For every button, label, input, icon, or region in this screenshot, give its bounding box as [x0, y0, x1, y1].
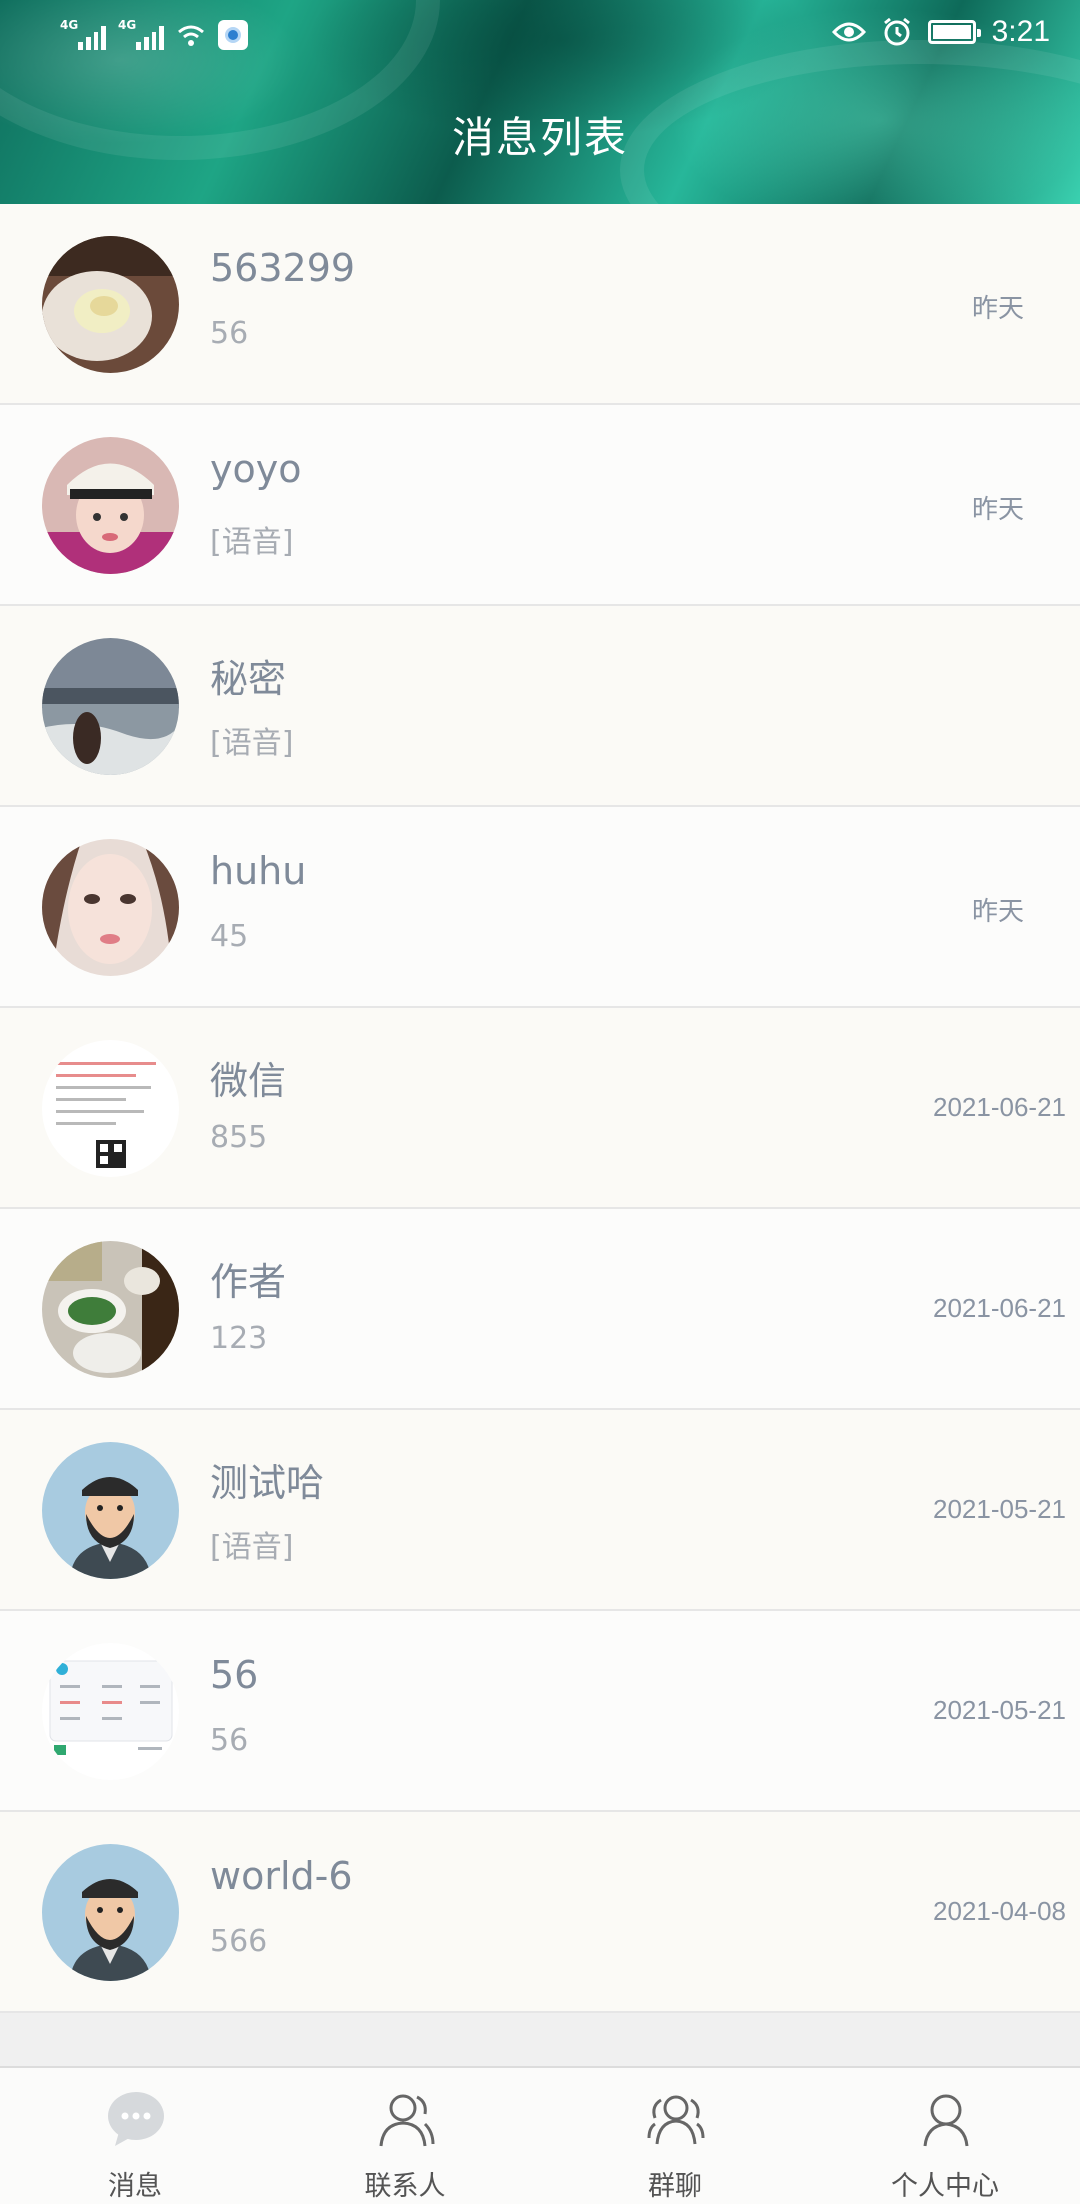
conversation-name: huhu	[210, 849, 307, 893]
conversation-row[interactable]: yoyo [语音] 昨天	[0, 405, 1080, 606]
conversation-name: yoyo	[210, 447, 302, 491]
tab-messages[interactable]: 消息	[0, 2068, 270, 2204]
conversation-name: world-6	[210, 1854, 353, 1898]
conversation-name: 测试哈	[210, 1461, 325, 1505]
app-notification-icon	[218, 20, 248, 50]
tab-group-chat[interactable]: 群聊	[540, 2068, 810, 2204]
signal-icon: 4G	[118, 18, 164, 50]
status-time: 3:21	[991, 15, 1050, 48]
avatar	[42, 1844, 179, 1981]
conversation-row[interactable]: huhu 45 昨天	[0, 807, 1080, 1008]
conversation-time: 昨天	[971, 494, 1024, 524]
chat-bubble-icon	[108, 2092, 164, 2146]
conversation-name: 563299	[210, 246, 356, 290]
avatar	[42, 437, 179, 574]
conversation-row[interactable]: 测试哈 [语音] 2021-05-21	[0, 1410, 1080, 1611]
eye-icon	[831, 22, 866, 42]
conversation-preview: 45	[210, 919, 249, 954]
conversation-preview: 56	[210, 1723, 249, 1758]
conversation-row[interactable]: 秘密 [语音]	[0, 606, 1080, 807]
avatar	[42, 1241, 179, 1378]
avatar	[42, 236, 179, 373]
conversation-time: 2021-05-21	[933, 1494, 1066, 1524]
conversation-preview: 123	[210, 1321, 268, 1356]
wifi-icon	[178, 25, 204, 46]
conversation-time: 昨天	[971, 896, 1024, 926]
tab-label: 群聊	[648, 2171, 702, 2202]
conversation-row[interactable]: world-6 566 2021-04-08	[0, 1812, 1080, 2013]
conversation-time: 2021-05-21	[933, 1695, 1066, 1725]
profile-icon	[923, 2094, 969, 2147]
header: 4G 4G 3:21 消息列表	[0, 0, 1080, 204]
signal-icon: 4G	[60, 18, 106, 50]
tab-label: 联系人	[364, 2171, 446, 2202]
conversation-preview: 855	[210, 1120, 268, 1155]
contacts-icon	[379, 2094, 435, 2147]
conversation-name: 作者	[210, 1260, 287, 1304]
status-bar: 4G 4G 3:21	[0, 0, 1080, 66]
conversation-preview: [语音]	[210, 726, 294, 761]
tab-contacts[interactable]: 联系人	[270, 2068, 540, 2204]
group-icon	[647, 2095, 705, 2145]
conversation-name: 秘密	[210, 657, 287, 701]
battery-icon	[927, 20, 981, 44]
avatar	[42, 1442, 179, 1579]
conversation-name: 56	[210, 1653, 259, 1697]
avatar	[42, 638, 179, 775]
conversation-preview: [语音]	[210, 1530, 294, 1565]
conversation-time: 2021-04-08	[933, 1896, 1066, 1926]
conversation-name: 微信	[210, 1059, 287, 1103]
conversation-time: 2021-06-21	[933, 1293, 1066, 1323]
conversation-list: 563299 56 昨天 yoyo [语音] 昨天 秘密 [语音] huhu 4…	[0, 204, 1080, 2013]
conversation-row[interactable]: 微信 855 2021-06-21	[0, 1008, 1080, 1209]
avatar	[42, 1643, 179, 1780]
conversation-preview: 566	[210, 1924, 268, 1959]
conversation-row[interactable]: 563299 56 昨天	[0, 204, 1080, 405]
page-title: 消息列表	[451, 113, 628, 162]
conversation-time: 2021-06-21	[933, 1092, 1066, 1122]
tab-label: 消息	[108, 2171, 162, 2202]
alarm-icon	[883, 17, 910, 46]
tab-profile[interactable]: 个人中心	[810, 2068, 1080, 2204]
tab-label: 个人中心	[891, 2171, 999, 2202]
conversation-row[interactable]: 作者 123 2021-06-21	[0, 1209, 1080, 1410]
conversation-preview: 56	[210, 316, 249, 351]
bottom-tab-bar: 消息 联系人 群聊 个人中心	[0, 2066, 1080, 2204]
conversation-time: 昨天	[971, 293, 1024, 323]
conversation-preview: [语音]	[210, 525, 294, 560]
avatar	[42, 839, 179, 976]
avatar	[42, 1040, 179, 1177]
conversation-row[interactable]: 56 56 2021-05-21	[0, 1611, 1080, 1812]
